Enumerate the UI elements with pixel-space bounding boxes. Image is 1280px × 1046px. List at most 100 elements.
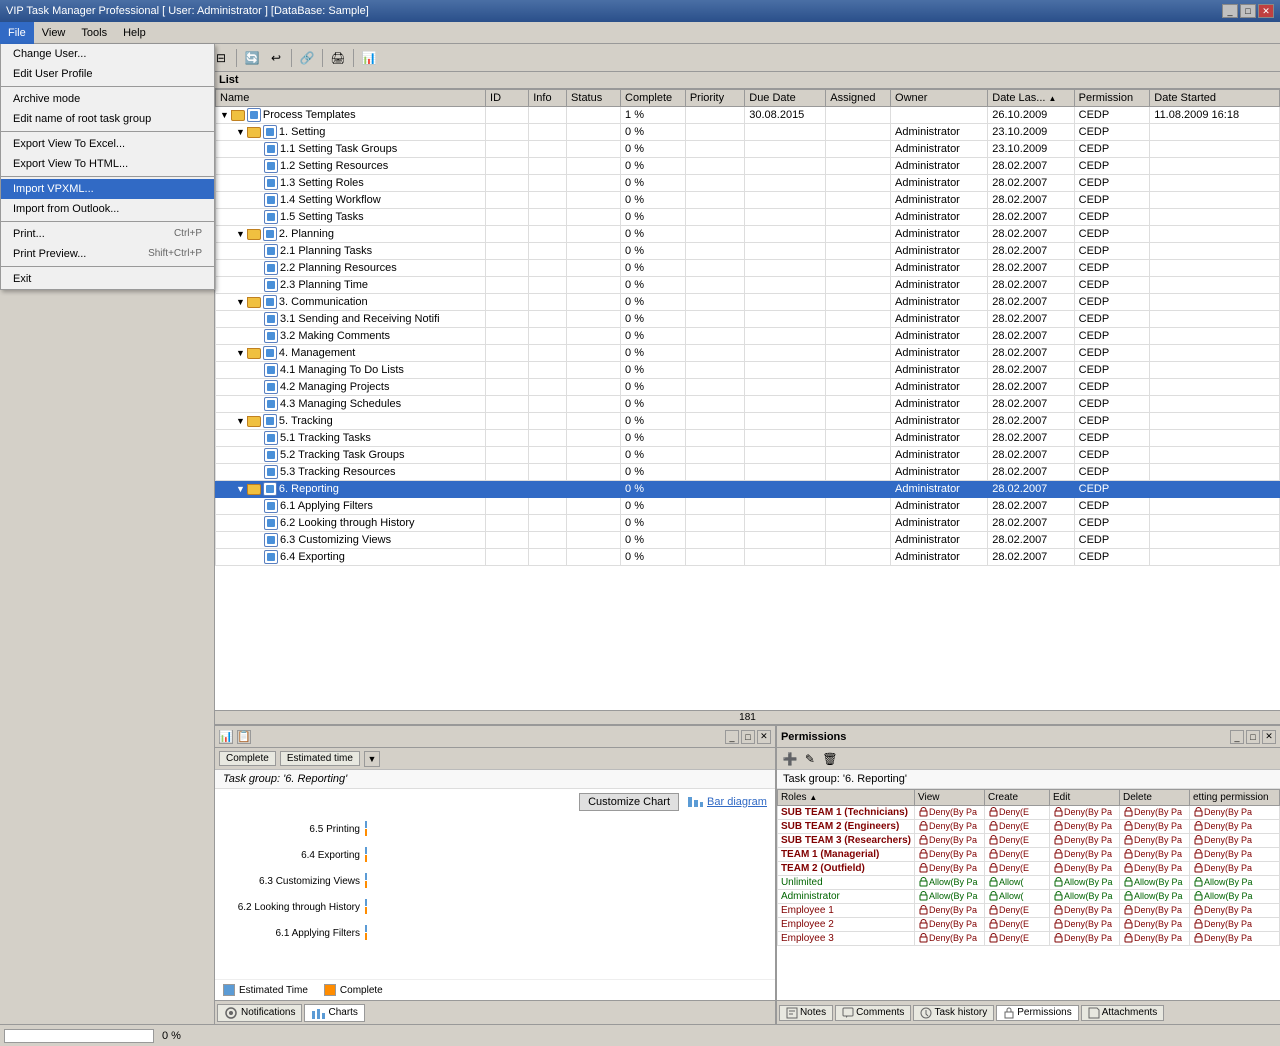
- comments-tab[interactable]: Comments: [835, 1005, 911, 1021]
- table-row[interactable]: 6.2 Looking through History0 %Administra…: [216, 515, 1280, 532]
- perm-add-btn[interactable]: ➕: [781, 750, 799, 768]
- estimated-bar: [365, 821, 367, 828]
- toolbar-link-btn[interactable]: 🔗: [296, 47, 318, 69]
- notifications-tab[interactable]: Notifications: [217, 1004, 302, 1022]
- permissions-row[interactable]: Employee 3Deny(By PaDeny(EDeny(By PaDeny…: [777, 932, 1279, 946]
- print-preview-item[interactable]: Print Preview... Shift+Ctrl+P: [1, 244, 214, 264]
- table-row[interactable]: 6.4 Exporting0 %Administrator28.02.2007C…: [216, 549, 1280, 566]
- expand-btn[interactable]: ▼: [236, 348, 245, 358]
- task-assigned-cell: [826, 243, 891, 260]
- edit-name-item[interactable]: Edit name of root task group: [1, 109, 214, 129]
- expand-btn[interactable]: ▼: [236, 127, 245, 137]
- permissions-restore-btn[interactable]: □: [1246, 730, 1260, 744]
- toolbar-print-btn[interactable]: 🖨: [327, 47, 349, 69]
- bar-diagram-btn[interactable]: Bar diagram: [687, 795, 767, 809]
- archive-mode-item[interactable]: Archive mode: [1, 89, 214, 109]
- permissions-row[interactable]: SUB TEAM 3 (Researchers)Deny(By PaDeny(E…: [777, 834, 1279, 848]
- estimated-bar: [365, 925, 367, 932]
- table-row[interactable]: 1.5 Setting Tasks0 %Administrator28.02.2…: [216, 209, 1280, 226]
- table-scroll[interactable]: Name ID Info Status Complete Priority Du…: [215, 89, 1280, 710]
- expand-btn[interactable]: ▼: [236, 416, 245, 426]
- notes-tab[interactable]: Notes: [779, 1005, 833, 1021]
- charts-icon-btn1[interactable]: 📊: [219, 730, 233, 744]
- table-row[interactable]: 3.2 Making Comments0 %Administrator28.02…: [216, 328, 1280, 345]
- table-row[interactable]: 2.1 Planning Tasks0 %Administrator28.02.…: [216, 243, 1280, 260]
- estimated-tab[interactable]: Estimated time: [280, 751, 360, 766]
- charts-icon-btn2[interactable]: 📋: [237, 730, 251, 744]
- export-excel-item[interactable]: Export View To Excel...: [1, 134, 214, 154]
- charts-restore-btn[interactable]: □: [741, 730, 755, 744]
- permissions-row[interactable]: TEAM 2 (Outfield)Deny(By PaDeny(EDeny(By…: [777, 862, 1279, 876]
- table-row[interactable]: ▼6. Reporting0 %Administrator28.02.2007C…: [216, 481, 1280, 498]
- table-row[interactable]: 5.3 Tracking Resources0 %Administrator28…: [216, 464, 1280, 481]
- progress-bar-container: [4, 1029, 154, 1043]
- table-row[interactable]: ▼3. Communication0 %Administrator28.02.2…: [216, 294, 1280, 311]
- permissions-tab[interactable]: Permissions: [996, 1005, 1078, 1021]
- permissions-content[interactable]: Roles ▲ View Create Edit Delete etting p…: [777, 789, 1280, 1000]
- table-row[interactable]: 4.1 Managing To Do Lists0 %Administrator…: [216, 362, 1280, 379]
- toolbar-chart-btn[interactable]: 📊: [358, 47, 380, 69]
- charts-minimize-btn[interactable]: _: [725, 730, 739, 744]
- perm-delete-btn[interactable]: 🗑: [821, 750, 839, 768]
- perm-edit-cell: Deny(By Pa: [1050, 834, 1120, 848]
- task-due-date-cell: [745, 515, 826, 532]
- print-item[interactable]: Print... Ctrl+P: [1, 224, 214, 244]
- expand-btn[interactable]: ▼: [236, 484, 245, 494]
- table-row[interactable]: 1.1 Setting Task Groups0 %Administrator2…: [216, 141, 1280, 158]
- export-html-item[interactable]: Export View To HTML...: [1, 154, 214, 174]
- change-user-item[interactable]: Change User...: [1, 44, 214, 64]
- permissions-row[interactable]: AdministratorAllow(By PaAllow(Allow(By P…: [777, 890, 1279, 904]
- table-row[interactable]: ▼5. Tracking0 %Administrator28.02.2007CE…: [216, 413, 1280, 430]
- permissions-row[interactable]: Employee 2Deny(By PaDeny(EDeny(By PaDeny…: [777, 918, 1279, 932]
- table-row[interactable]: ▼1. Setting0 %Administrator23.10.2009CED…: [216, 124, 1280, 141]
- charts-close-btn[interactable]: ✕: [757, 730, 771, 744]
- charts-tab-scroll[interactable]: ▼: [364, 751, 380, 767]
- charts-tab[interactable]: Charts: [304, 1004, 364, 1022]
- expand-btn[interactable]: ▼: [236, 229, 245, 239]
- permissions-close-btn[interactable]: ✕: [1262, 730, 1276, 744]
- import-vpxml-item[interactable]: Import VPXML...: [1, 179, 214, 199]
- table-row[interactable]: 2.2 Planning Resources0 %Administrator28…: [216, 260, 1280, 277]
- help-menu[interactable]: Help: [115, 22, 154, 44]
- table-row[interactable]: 1.2 Setting Resources0 %Administrator28.…: [216, 158, 1280, 175]
- table-row[interactable]: 4.2 Managing Projects0 %Administrator28.…: [216, 379, 1280, 396]
- perm-edit-btn[interactable]: ✎: [801, 750, 819, 768]
- tools-menu[interactable]: Tools: [73, 22, 115, 44]
- expand-btn[interactable]: ▼: [220, 110, 229, 120]
- permissions-row[interactable]: Employee 1Deny(By PaDeny(EDeny(By PaDeny…: [777, 904, 1279, 918]
- table-row[interactable]: 5.2 Tracking Task Groups0 %Administrator…: [216, 447, 1280, 464]
- complete-tab[interactable]: Complete: [219, 751, 276, 766]
- table-row[interactable]: 5.1 Tracking Tasks0 %Administrator28.02.…: [216, 430, 1280, 447]
- expand-btn[interactable]: ▼: [236, 297, 245, 307]
- permissions-row[interactable]: TEAM 1 (Managerial)Deny(By PaDeny(EDeny(…: [777, 848, 1279, 862]
- table-row[interactable]: ▼Process Templates1 %30.08.201526.10.200…: [216, 107, 1280, 124]
- table-row[interactable]: 6.1 Applying Filters0 %Administrator28.0…: [216, 498, 1280, 515]
- table-row[interactable]: ▼4. Management0 %Administrator28.02.2007…: [216, 345, 1280, 362]
- view-menu[interactable]: View: [34, 22, 74, 44]
- table-row[interactable]: 3.1 Sending and Receiving Notifi0 %Admin…: [216, 311, 1280, 328]
- task-history-tab[interactable]: Task history: [913, 1005, 994, 1021]
- table-row[interactable]: 6.3 Customizing Views0 %Administrator28.…: [216, 532, 1280, 549]
- maximize-button[interactable]: □: [1240, 4, 1256, 18]
- edit-user-profile-item[interactable]: Edit User Profile: [1, 64, 214, 84]
- customize-chart-btn[interactable]: Customize Chart: [579, 793, 679, 811]
- bar-label: 6.4 Exporting: [220, 850, 360, 861]
- minimize-button[interactable]: _: [1222, 4, 1238, 18]
- import-outlook-item[interactable]: Import from Outlook...: [1, 199, 214, 219]
- permissions-row[interactable]: SUB TEAM 2 (Engineers)Deny(By PaDeny(EDe…: [777, 820, 1279, 834]
- file-menu[interactable]: File: [0, 22, 34, 44]
- table-row[interactable]: 1.3 Setting Roles0 %Administrator28.02.2…: [216, 175, 1280, 192]
- table-row[interactable]: 1.4 Setting Workflow0 %Administrator28.0…: [216, 192, 1280, 209]
- close-button[interactable]: ✕: [1258, 4, 1274, 18]
- toolbar-refresh-btn[interactable]: 🔄: [241, 47, 263, 69]
- exit-item[interactable]: Exit: [1, 269, 214, 289]
- permissions-row[interactable]: UnlimitedAllow(By PaAllow(Allow(By PaAll…: [777, 876, 1279, 890]
- table-row[interactable]: 2.3 Planning Time0 %Administrator28.02.2…: [216, 277, 1280, 294]
- toolbar-undo-btn[interactable]: ↩: [265, 47, 287, 69]
- table-row[interactable]: ▼2. Planning0 %Administrator28.02.2007CE…: [216, 226, 1280, 243]
- permissions-minimize-btn[interactable]: _: [1230, 730, 1244, 744]
- permissions-row[interactable]: SUB TEAM 1 (Technicians)Deny(By PaDeny(E…: [777, 806, 1279, 820]
- attachments-tab[interactable]: Attachments: [1081, 1005, 1165, 1021]
- perm-setting-cell: Allow(By Pa: [1190, 890, 1280, 904]
- table-row[interactable]: 4.3 Managing Schedules0 %Administrator28…: [216, 396, 1280, 413]
